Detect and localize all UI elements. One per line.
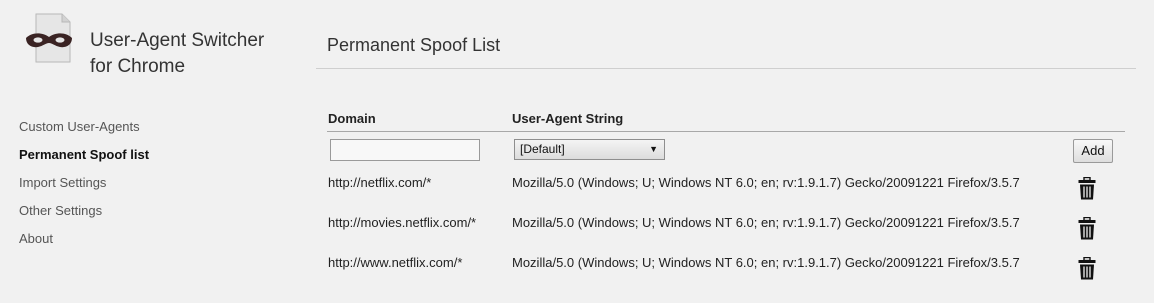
app-title: User-Agent Switcher for Chrome (90, 28, 290, 80)
domain-input[interactable] (330, 139, 480, 161)
row-domain: http://movies.netflix.com/* (328, 215, 477, 230)
column-header-domain: Domain (328, 111, 376, 126)
trash-icon[interactable] (1078, 177, 1096, 200)
column-header-user-agent: User-Agent String (512, 111, 624, 126)
mask-document-icon (26, 13, 72, 63)
row-user-agent: Mozilla/5.0 (Windows; U; Windows NT 6.0;… (512, 215, 1020, 230)
header-divider (327, 131, 1125, 132)
user-agent-select[interactable]: [Default] ▼ (514, 139, 665, 160)
chevron-down-icon: ▼ (649, 144, 658, 154)
user-agent-select-value: [Default] (520, 142, 565, 156)
table-row: http://movies.netflix.com/* Mozilla/5.0 … (0, 215, 1154, 245)
options-page: User-Agent Switcher for Chrome Custom Us… (0, 0, 1154, 303)
row-domain: http://www.netflix.com/* (328, 255, 463, 270)
row-user-agent: Mozilla/5.0 (Windows; U; Windows NT 6.0;… (512, 175, 1020, 190)
sidebar-item-custom-user-agents[interactable]: Custom User-Agents (19, 116, 149, 144)
sidebar-item-permanent-spoof-list[interactable]: Permanent Spoof list (19, 144, 149, 172)
row-user-agent: Mozilla/5.0 (Windows; U; Windows NT 6.0;… (512, 255, 1020, 270)
table-row: http://netflix.com/* Mozilla/5.0 (Window… (0, 175, 1154, 205)
trash-icon[interactable] (1078, 257, 1096, 280)
trash-icon[interactable] (1078, 217, 1096, 240)
add-button[interactable]: Add (1073, 139, 1113, 163)
table-row: http://www.netflix.com/* Mozilla/5.0 (Wi… (0, 255, 1154, 285)
title-divider (316, 68, 1136, 69)
app-title-line1: User-Agent Switcher (90, 30, 265, 51)
page-title: Permanent Spoof List (327, 35, 501, 55)
app-title-line2: for Chrome (90, 56, 186, 77)
row-domain: http://netflix.com/* (328, 175, 432, 190)
